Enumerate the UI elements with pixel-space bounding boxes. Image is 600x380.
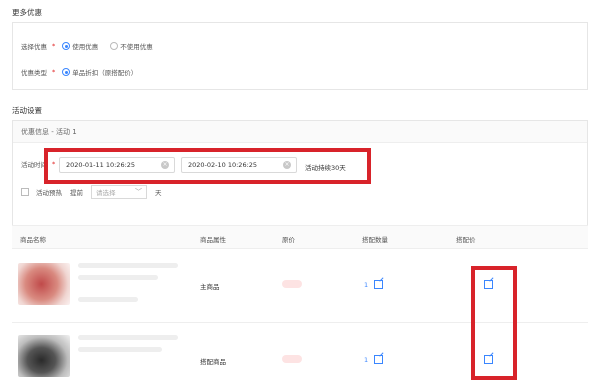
use-offer-option[interactable]: 使用优惠 <box>62 41 98 51</box>
no-offer-option[interactable]: 不使用优惠 <box>110 41 153 51</box>
offer-select-row: 选择优惠 * 使用优惠 不使用优惠 <box>21 41 161 51</box>
preheat-row: 活动预热 提前 请选择 ﹀ 天 <box>21 185 162 199</box>
edit-icon[interactable] <box>374 355 384 364</box>
product-meta-placeholder <box>78 297 138 302</box>
required-mark: * <box>52 160 56 168</box>
original-price <box>282 280 302 288</box>
col-goods-name: 商品名称 <box>20 236 46 244</box>
activity-info-header: 优惠信息 - 活动 1 <box>13 121 587 143</box>
single-discount-option[interactable]: 单品折扣（原搭配价） <box>62 67 137 77</box>
product-image <box>18 335 70 377</box>
offer-type-label: 优惠类型 <box>21 69 47 77</box>
preheat-checkbox[interactable] <box>21 188 29 196</box>
preheat-label: 活动预热 <box>36 189 62 197</box>
edit-icon[interactable] <box>484 355 493 364</box>
table-row: 主商品 1 <box>12 249 588 323</box>
bundle-price-cell <box>484 355 493 364</box>
bundle-qty-cell: 1 <box>364 280 384 289</box>
more-offers-panel: 选择优惠 * 使用优惠 不使用优惠 优惠类型 * 单品折扣（原搭配价） <box>12 22 588 90</box>
radio-unchecked-icon[interactable] <box>110 42 119 50</box>
col-bundle-price: 搭配价 <box>456 236 476 244</box>
col-bundle-qty: 搭配数量 <box>362 236 388 244</box>
activity-duration: 活动持续30天 <box>305 164 346 172</box>
activity-time-row: 活动时间 * <box>21 159 58 169</box>
product-title-placeholder <box>78 347 162 352</box>
col-goods-attr: 商品属性 <box>200 236 226 244</box>
activity-panel: 优惠信息 - 活动 1 活动时间 * 2020-01-11 10:26:25 ×… <box>12 120 588 225</box>
offer-type-row: 优惠类型 * 单品折扣（原搭配价） <box>21 67 145 77</box>
col-original-price: 原价 <box>282 236 295 244</box>
clear-icon[interactable]: × <box>161 161 169 169</box>
end-datetime-input[interactable]: 2020-02-10 10:26:25 × <box>181 157 297 173</box>
day-unit: 天 <box>155 189 162 197</box>
required-mark: * <box>52 68 56 76</box>
radio-checked-icon[interactable] <box>62 42 71 50</box>
required-mark: * <box>52 42 56 50</box>
advance-label: 提前 <box>70 189 83 197</box>
original-price <box>282 355 302 363</box>
product-title-placeholder <box>78 263 178 268</box>
product-title-placeholder <box>78 335 178 340</box>
goods-table-header: 商品名称 商品属性 原价 搭配数量 搭配价 <box>12 225 588 249</box>
activity-settings-title: 活动设置 <box>12 106 42 115</box>
activity-time-label: 活动时间 <box>21 161 47 169</box>
bundle-qty-cell: 1 <box>364 355 384 364</box>
radio-checked-icon[interactable] <box>62 68 71 76</box>
product-title-placeholder <box>78 275 158 280</box>
offer-select-label: 选择优惠 <box>21 43 47 51</box>
goods-attr: 主商品 <box>200 283 220 291</box>
more-offers-title: 更多优惠 <box>12 8 42 17</box>
preheat-days-select[interactable]: 请选择 ﹀ <box>91 185 147 199</box>
chevron-down-icon: ﹀ <box>135 188 142 196</box>
goods-attr: 搭配商品 <box>200 358 226 366</box>
edit-icon[interactable] <box>484 280 493 289</box>
clear-icon[interactable]: × <box>283 161 291 169</box>
product-image <box>18 263 70 305</box>
start-datetime-input[interactable]: 2020-01-11 10:26:25 × <box>59 157 175 173</box>
bundle-price-cell <box>484 280 493 289</box>
table-row: 搭配商品 1 <box>12 323 588 380</box>
edit-icon[interactable] <box>374 280 384 289</box>
